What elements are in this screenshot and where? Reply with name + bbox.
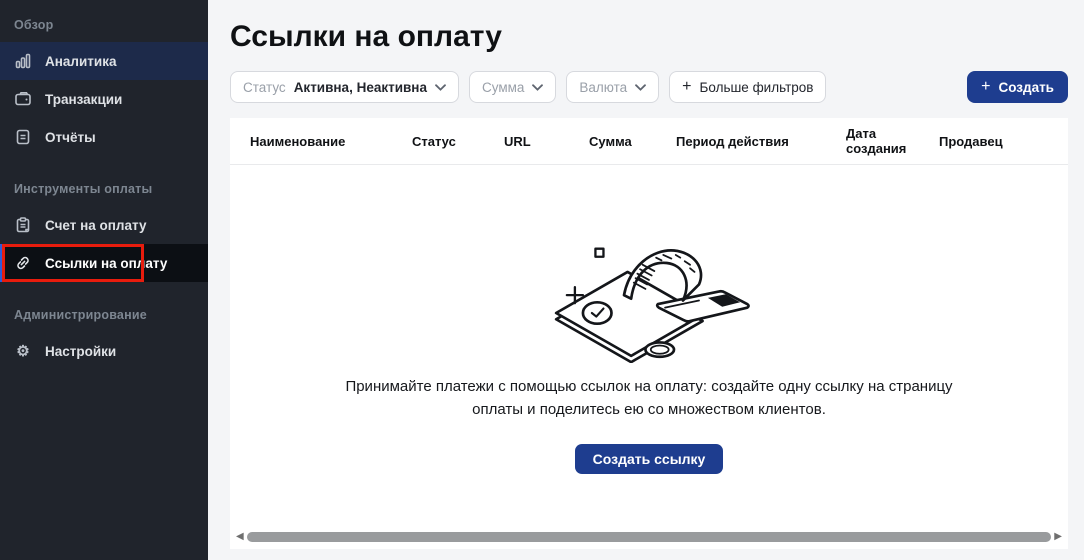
sidebar: Обзор Аналитика Транзакции bbox=[0, 0, 208, 560]
link-icon bbox=[14, 254, 32, 272]
page-title: Ссылки на оплату bbox=[230, 20, 1068, 54]
sidebar-item-settings[interactable]: ⚙ Настройки bbox=[0, 332, 208, 370]
sidebar-item-invoice[interactable]: Счет на оплату bbox=[0, 206, 208, 244]
payment-links-table: Наименование Статус URL Сумма Период дей… bbox=[230, 118, 1068, 549]
chevron-down-icon bbox=[435, 84, 446, 91]
sidebar-item-analytics[interactable]: Аналитика bbox=[0, 42, 208, 80]
plus-icon: + bbox=[682, 79, 691, 95]
chevron-down-icon bbox=[532, 84, 543, 91]
sidebar-item-label: Аналитика bbox=[45, 54, 116, 69]
filter-currency-dropdown[interactable]: Валюта bbox=[566, 71, 659, 103]
scroll-left-arrow[interactable]: ◀ bbox=[236, 532, 244, 542]
sidebar-item-transactions[interactable]: Транзакции bbox=[0, 80, 208, 118]
filter-value: Активна, Неактивна bbox=[294, 80, 427, 95]
scroll-right-arrow[interactable]: ▶ bbox=[1054, 532, 1062, 542]
more-filters-button[interactable]: + Больше фильтров bbox=[669, 71, 826, 103]
invoice-icon bbox=[14, 216, 32, 234]
column-header-amount: Сумма bbox=[589, 134, 676, 149]
create-link-button[interactable]: Создать ссылку bbox=[575, 444, 724, 474]
sidebar-section-overview: Обзор Аналитика Транзакции bbox=[0, 6, 208, 156]
plus-icon: + bbox=[981, 79, 990, 95]
filter-status-dropdown[interactable]: Статус Активна, Неактивна bbox=[230, 71, 459, 103]
table-header-row: Наименование Статус URL Сумма Период дей… bbox=[230, 118, 1068, 165]
filter-toolbar: Статус Активна, Неактивна Сумма Валюта +… bbox=[230, 71, 1068, 103]
sidebar-section-header: Администрирование bbox=[0, 296, 208, 332]
sidebar-section-payment-tools: Инструменты оплаты Счет на оплату bbox=[0, 170, 208, 282]
filter-amount-dropdown[interactable]: Сумма bbox=[469, 71, 556, 103]
scrollbar-thumb[interactable] bbox=[247, 532, 1052, 542]
bar-chart-icon bbox=[14, 52, 32, 70]
report-icon bbox=[14, 128, 32, 146]
sidebar-item-label: Ссылки на оплату bbox=[45, 256, 167, 271]
sidebar-item-payment-links[interactable]: Ссылки на оплату bbox=[0, 244, 208, 282]
chevron-down-icon bbox=[635, 84, 646, 91]
more-filters-label: Больше фильтров bbox=[700, 80, 814, 95]
sidebar-item-label: Настройки bbox=[45, 344, 116, 359]
sidebar-section-header: Обзор bbox=[0, 6, 208, 42]
active-indicator bbox=[0, 244, 3, 282]
create-button-label: Создать bbox=[998, 80, 1054, 95]
filter-label: Валюта bbox=[579, 80, 627, 95]
column-header-seller: Продавец bbox=[939, 134, 1048, 149]
sidebar-item-label: Счет на оплату bbox=[45, 218, 146, 233]
sidebar-item-reports[interactable]: Отчёты bbox=[0, 118, 208, 156]
empty-state: Принимайте платежи с помощью ссылок на о… bbox=[230, 165, 1068, 549]
create-button[interactable]: + Создать bbox=[967, 71, 1068, 103]
column-header-name: Наименование bbox=[250, 134, 412, 149]
sidebar-section-administration: Администрирование ⚙ Настройки bbox=[0, 296, 208, 370]
sidebar-item-label: Транзакции bbox=[45, 92, 122, 107]
column-header-created: Дата создания bbox=[846, 126, 939, 156]
create-link-button-label: Создать ссылку bbox=[593, 451, 706, 467]
empty-state-description: Принимайте платежи с помощью ссылок на о… bbox=[329, 375, 969, 422]
column-header-period: Период действия bbox=[676, 134, 846, 149]
gear-icon: ⚙ bbox=[14, 342, 32, 360]
horizontal-scrollbar: ◀ ▶ bbox=[236, 531, 1062, 543]
sidebar-item-label: Отчёты bbox=[45, 130, 96, 145]
payment-terminal-illustration bbox=[540, 213, 758, 363]
filter-label: Сумма bbox=[482, 80, 524, 95]
column-header-status: Статус bbox=[412, 134, 504, 149]
column-header-url: URL bbox=[504, 134, 589, 149]
wallet-icon bbox=[14, 90, 32, 108]
filter-label: Статус bbox=[243, 80, 286, 95]
sidebar-section-header: Инструменты оплаты bbox=[0, 170, 208, 206]
main-content: Ссылки на оплату Статус Активна, Неактив… bbox=[208, 0, 1084, 560]
